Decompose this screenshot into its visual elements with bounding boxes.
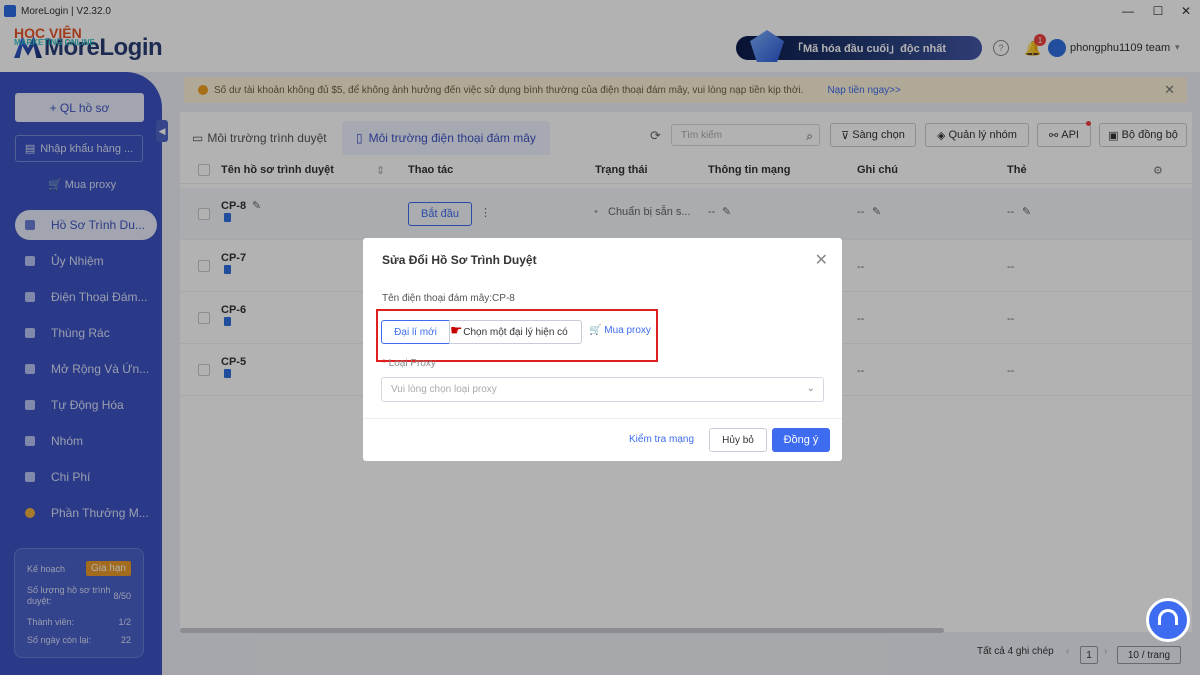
proxy-type-label: * Loại Proxy [382, 358, 436, 369]
modal-divider [363, 418, 842, 419]
chevron-down-icon: ⌄ [806, 383, 815, 394]
edit-profile-modal: Sửa Đổi Hồ Sơ Trình Duyệt ✕ Tên điện tho… [363, 238, 842, 461]
proxy-type-select[interactable]: Vui lòng chọn loại proxy ⌄ [381, 377, 824, 402]
proxy-type-placeholder: Vui lòng chọn loại proxy [391, 384, 497, 395]
headset-shape [1158, 609, 1178, 625]
modal-subtitle: Tên điện thoại đám mây:CP-8 [382, 293, 515, 304]
close-icon[interactable]: ✕ [815, 250, 828, 270]
required-mark: * [382, 358, 389, 369]
proxy-type-label-text: Loại Proxy [388, 358, 436, 369]
support-headset-icon[interactable] [1146, 598, 1190, 642]
hand-cursor-icon: ☛ [450, 322, 463, 338]
highlight-box [376, 309, 658, 362]
confirm-button[interactable]: Đồng ý [772, 428, 830, 452]
cancel-button[interactable]: Hủy bỏ [709, 428, 767, 452]
check-network-link[interactable]: Kiểm tra mạng [629, 434, 694, 445]
modal-title: Sửa Đổi Hồ Sơ Trình Duyệt [382, 253, 537, 267]
